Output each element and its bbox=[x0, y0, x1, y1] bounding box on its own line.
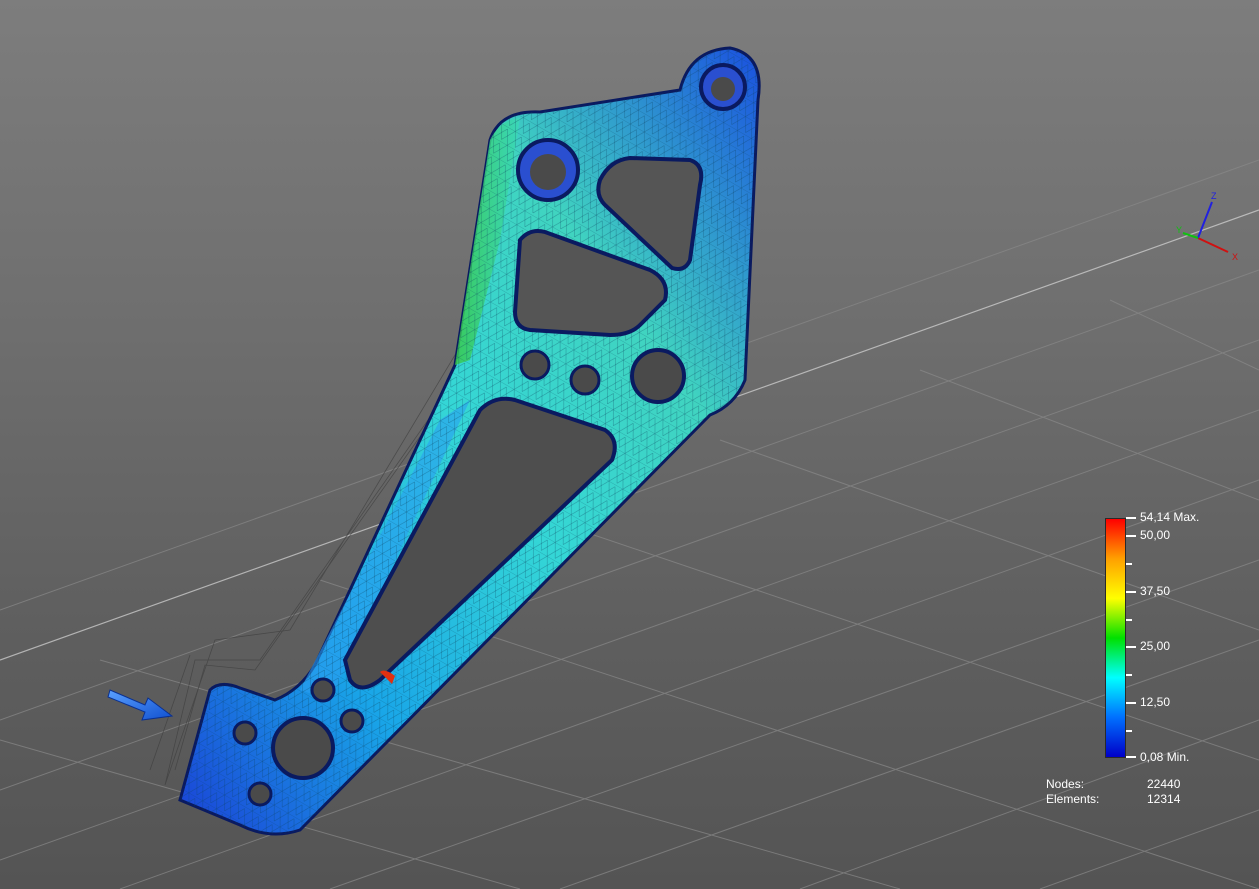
legend-tick bbox=[1126, 591, 1136, 593]
x-axis-line bbox=[1197, 237, 1229, 253]
elements-value: 12314 bbox=[1147, 792, 1181, 806]
nodes-value: 22440 bbox=[1147, 777, 1181, 791]
legend-tick-minor bbox=[1126, 563, 1132, 565]
legend-tick-minor bbox=[1126, 730, 1132, 732]
legend-tick-label: 37,50 bbox=[1140, 584, 1171, 598]
legend-tick-label: 25,00 bbox=[1140, 639, 1171, 653]
model-scene[interactable]: X Z Y bbox=[0, 0, 1259, 889]
z-axis-label: Z bbox=[1211, 191, 1217, 201]
z-axis-line bbox=[1197, 201, 1213, 239]
y-axis-line bbox=[1182, 232, 1199, 239]
legend-tick-min bbox=[1126, 756, 1136, 758]
elements-label: Elements: bbox=[1046, 792, 1100, 806]
y-axis-label: Y bbox=[1176, 225, 1182, 235]
legend-tick-minor bbox=[1126, 619, 1132, 621]
legend-tick bbox=[1126, 702, 1136, 704]
legend-tick-minor bbox=[1126, 674, 1132, 676]
axis-triad: X Z Y bbox=[1176, 191, 1238, 262]
legend-tick-label: 12,50 bbox=[1140, 695, 1171, 709]
nodes-label: Nodes: bbox=[1046, 777, 1085, 791]
legend-tick bbox=[1126, 535, 1136, 537]
legend-tick bbox=[1126, 646, 1136, 648]
3d-viewport[interactable]: X Z Y 54,14 Max. 50,00 37,50 25,00 12,50… bbox=[0, 0, 1259, 889]
bracket-model[interactable] bbox=[178, 46, 761, 836]
legend-max-label: 54,14 Max. bbox=[1140, 510, 1200, 524]
stress-color-bar bbox=[1105, 518, 1126, 758]
x-axis-label: X bbox=[1232, 252, 1238, 262]
legend-min-label: 0,08 Min. bbox=[1140, 750, 1190, 764]
legend-tick-label: 50,00 bbox=[1140, 528, 1171, 542]
blue-arrow-icon[interactable] bbox=[107, 689, 174, 721]
legend-tick-max bbox=[1126, 517, 1136, 519]
